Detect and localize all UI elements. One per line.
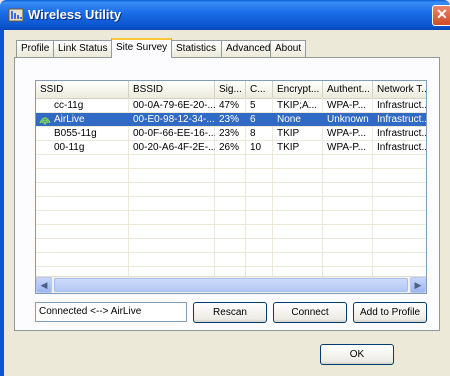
column-header-network-type[interactable]: Network T...	[373, 81, 426, 98]
tab-profile[interactable]: Profile	[16, 40, 54, 57]
wireless-utility-icon	[8, 8, 24, 22]
connect-button[interactable]: Connect	[273, 302, 347, 323]
cell-signal: 26%	[219, 142, 240, 153]
cell-authentication: WPA-P...	[327, 100, 367, 111]
column-header-channel[interactable]: C...	[246, 81, 273, 98]
grid-line	[36, 252, 426, 253]
column-header-signal[interactable]: Sig...	[215, 81, 246, 98]
cell-signal: 23%	[219, 128, 240, 139]
cell-ssid: 00-11g	[54, 142, 85, 153]
cell-encryption: TKIP	[277, 128, 300, 139]
connection-status: Connected <--> AirLive	[35, 302, 187, 322]
cell-channel: 5	[250, 100, 256, 111]
cell-ssid: cc-11g	[54, 100, 84, 111]
tab-advanced[interactable]: Advanced	[221, 40, 271, 57]
grid-line	[36, 238, 426, 239]
cell-authentication: WPA-P...	[327, 128, 367, 139]
rescan-button[interactable]: Rescan	[193, 302, 267, 323]
cell-network-type: Infrastruct...	[377, 100, 426, 111]
column-header-authentication[interactable]: Authent...	[323, 81, 373, 98]
cell-encryption: None	[277, 114, 301, 125]
grid-line	[36, 182, 426, 183]
cell-ssid: AirLive	[54, 114, 85, 125]
add-to-profile-button[interactable]: Add to Profile	[353, 302, 427, 323]
title-bar[interactable]: Wireless Utility ✕	[0, 0, 450, 30]
tab-about[interactable]: About	[270, 40, 306, 57]
chevron-right-icon: ▶	[414, 280, 422, 290]
tab-statistics[interactable]: Statistics	[171, 40, 222, 57]
chevron-left-icon: ◀	[40, 280, 48, 290]
cell-bssid: 00-E0-98-12-34-...	[133, 114, 215, 125]
grid-line	[36, 266, 426, 267]
cell-bssid: 00-20-A6-4F-2E-...	[133, 142, 215, 153]
cell-bssid: 00-0A-79-6E-20-...	[133, 100, 215, 111]
grid-line	[36, 168, 426, 169]
column-header-encryption[interactable]: Encrypt...	[273, 81, 323, 98]
grid-line	[36, 224, 426, 225]
close-icon: ✕	[436, 6, 448, 22]
grid-line	[36, 210, 426, 211]
cell-ssid: B055-11g	[54, 128, 97, 139]
wireless-utility-window: Wireless Utility ✕ Profile Link Status S…	[0, 0, 450, 376]
cell-authentication: Unknown	[327, 114, 369, 125]
site-survey-panel: SSID BSSID Sig... C... Encrypt... Authen…	[14, 57, 440, 331]
cell-channel: 6	[250, 114, 256, 125]
cell-network-type: Infrastruct...	[377, 114, 426, 125]
window-title: Wireless Utility	[28, 7, 122, 22]
grid-line	[36, 154, 426, 155]
table-row[interactable]: cc-11g 00-0A-79-6E-20-... 47% 5 TKIP;A..…	[36, 99, 426, 112]
cell-encryption: TKIP;A...	[277, 100, 318, 111]
cell-authentication: WPA-P...	[327, 142, 367, 153]
table-row[interactable]: 00-11g 00-20-A6-4F-2E-... 26% 10 TKIP WP…	[36, 141, 426, 154]
tab-link-status[interactable]: Link Status	[53, 40, 112, 57]
horizontal-scrollbar[interactable]: ◀ ▶	[36, 276, 426, 293]
site-survey-list[interactable]: SSID BSSID Sig... C... Encrypt... Authen…	[35, 80, 427, 294]
table-row-selected[interactable]: AirLive 00-E0-98-12-34-... 23% 6 None Un…	[36, 113, 426, 126]
scroll-left-button[interactable]: ◀	[36, 277, 52, 293]
column-header-bssid[interactable]: BSSID	[129, 81, 215, 98]
cell-channel: 10	[250, 142, 262, 153]
cell-network-type: Infrastruct...	[377, 142, 426, 153]
window-frame	[0, 30, 4, 376]
cell-network-type: Infrastruct...	[377, 128, 426, 139]
scroll-right-button[interactable]: ▶	[410, 277, 426, 293]
cell-channel: 8	[250, 128, 256, 139]
close-button[interactable]: ✕	[432, 5, 450, 26]
tab-site-survey[interactable]: Site Survey	[111, 38, 172, 58]
ok-button[interactable]: OK	[320, 344, 394, 365]
table-row[interactable]: B055-11g 00-0F-66-EE-16-... 23% 8 TKIP W…	[36, 127, 426, 140]
column-header-ssid[interactable]: SSID	[36, 81, 129, 98]
cell-signal: 23%	[219, 114, 240, 125]
cell-bssid: 00-0F-66-EE-16-...	[133, 128, 215, 139]
list-header: SSID BSSID Sig... C... Encrypt... Authen…	[36, 81, 426, 99]
cell-encryption: TKIP	[277, 142, 300, 153]
grid-line	[36, 196, 426, 197]
scroll-thumb[interactable]	[54, 278, 408, 292]
cell-signal: 47%	[219, 100, 240, 111]
